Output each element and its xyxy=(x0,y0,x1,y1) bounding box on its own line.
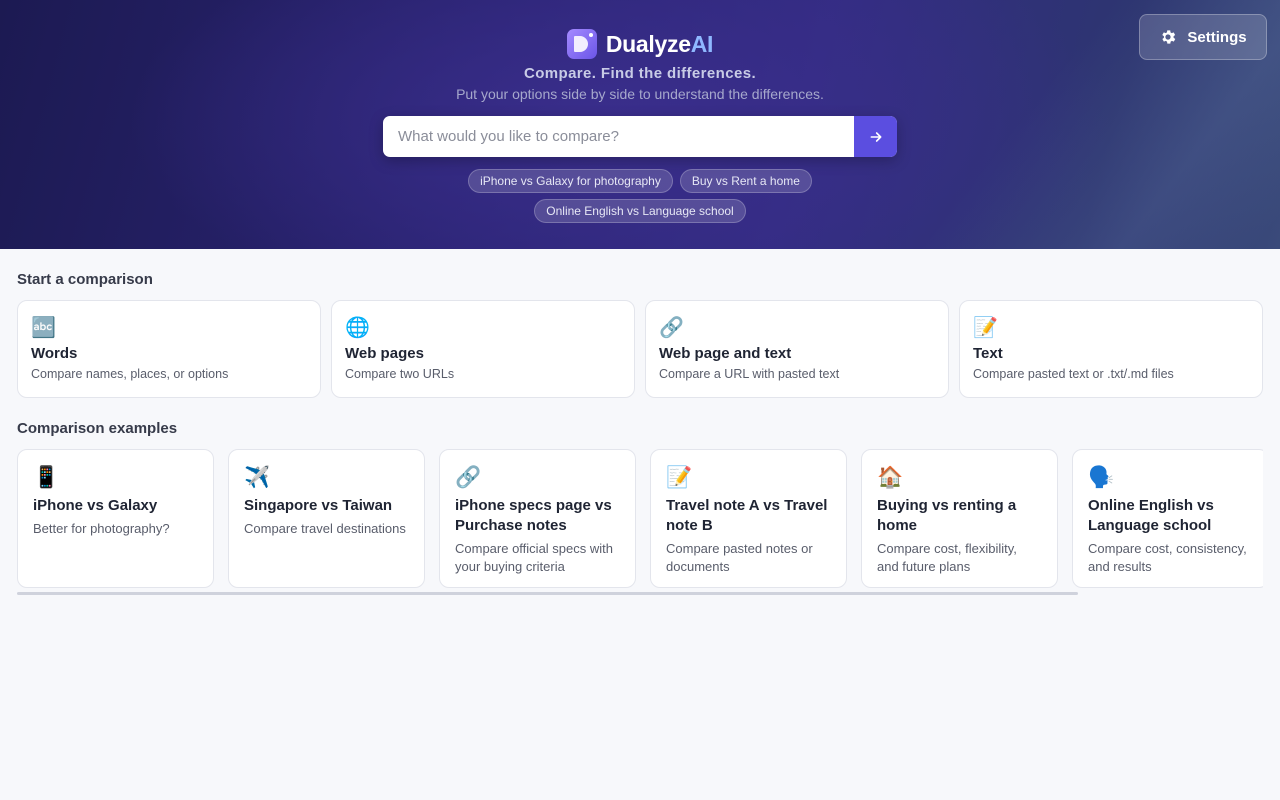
start-cards: 🔤 Words Compare names, places, or option… xyxy=(17,300,1263,398)
card-title: Buying vs renting a home xyxy=(877,497,1017,534)
card-title: Words xyxy=(31,345,78,362)
card-description: Compare pasted text or .txt/.md files xyxy=(973,367,1174,381)
start-card-web-pages[interactable]: 🌐 Web pages Compare two URLs xyxy=(331,300,635,398)
card-description: Compare names, places, or options xyxy=(31,367,229,381)
airplane-icon: ✈️ xyxy=(244,466,271,489)
example-card[interactable]: 📱 iPhone vs Galaxy Better for photograph… xyxy=(17,449,214,588)
example-card[interactable]: 🏠 Buying vs renting a home Compare cost,… xyxy=(861,449,1058,588)
card-title: Text xyxy=(973,345,1003,362)
card-title: Web page and text xyxy=(659,345,792,362)
search-submit-button[interactable] xyxy=(854,116,897,157)
brand: DualyzeAI xyxy=(0,29,1280,59)
card-description: Compare a URL with pasted text xyxy=(659,367,840,381)
card-description: Compare cost, consistency, and results xyxy=(1088,541,1247,574)
tagline: Compare. Find the differences. xyxy=(523,65,757,82)
example-card[interactable]: 🔗 iPhone specs page vs Purchase notes Co… xyxy=(439,449,636,588)
card-title: Travel note A vs Travel note B xyxy=(666,497,828,534)
card-description: Compare two URLs xyxy=(345,367,455,381)
card-title: iPhone vs Galaxy xyxy=(33,497,158,514)
mobile-phone-icon: 📱 xyxy=(33,466,60,489)
suggestion-chips: Online English vs Language school xyxy=(0,199,1280,223)
examples-carousel: 📱 iPhone vs Galaxy Better for photograph… xyxy=(17,449,1263,590)
hero-header: Settings DualyzeAI Compare. Find the dif… xyxy=(0,0,1280,249)
card-title: Online English vs Language school xyxy=(1088,497,1214,534)
example-card[interactable]: 📝 Travel note A vs Travel note B Compare… xyxy=(650,449,847,588)
card-description: Compare travel destinations xyxy=(244,521,406,536)
subtagline: Put your options side by side to underst… xyxy=(456,86,824,102)
memo-icon: 📝 xyxy=(666,466,693,489)
arrow-right-icon xyxy=(870,131,881,142)
suggestion-chip[interactable]: Buy vs Rent a home xyxy=(679,169,812,193)
card-description: Compare cost, flexibility, and future pl… xyxy=(877,541,1017,574)
card-description: Better for photography? xyxy=(33,521,170,536)
examples-track: 📱 iPhone vs Galaxy Better for photograph… xyxy=(17,449,1263,588)
examples-scrollbar[interactable] xyxy=(17,592,1078,595)
card-description: Compare pasted notes or documents xyxy=(666,541,813,574)
link-icon: 🔗 xyxy=(455,466,482,489)
logo-icon xyxy=(566,29,597,59)
card-description: Compare official specs with your buying … xyxy=(455,541,613,574)
card-title: Web pages xyxy=(345,345,424,362)
brand-name-accent: AI xyxy=(690,30,714,57)
link-icon: 🔗 xyxy=(659,317,684,339)
suggestion-chips: iPhone vs Galaxy for photography Buy vs … xyxy=(0,169,1280,193)
suggestion-chip[interactable]: Online English vs Language school xyxy=(534,199,746,223)
brand-name: DualyzeAI xyxy=(605,30,714,58)
card-title: Singapore vs Taiwan xyxy=(244,497,393,514)
house-icon: 🏠 xyxy=(877,466,904,489)
start-section-title: Start a comparison xyxy=(17,271,153,288)
example-card[interactable]: 🗣️ Online English vs Language school Com… xyxy=(1072,449,1263,588)
start-card-text[interactable]: 📝 Text Compare pasted text or .txt/.md f… xyxy=(959,300,1263,398)
start-card-words[interactable]: 🔤 Words Compare names, places, or option… xyxy=(17,300,321,398)
memo-icon: 📝 xyxy=(973,317,998,339)
suggestion-chip[interactable]: iPhone vs Galaxy for photography xyxy=(468,169,673,193)
card-title: iPhone specs page vs Purchase notes xyxy=(455,497,612,534)
start-card-web-page-and-text[interactable]: 🔗 Web page and text Compare a URL with p… xyxy=(645,300,949,398)
example-card[interactable]: ✈️ Singapore vs Taiwan Compare travel de… xyxy=(228,449,425,588)
search-bar xyxy=(383,116,897,157)
speaking-head-icon: 🗣️ xyxy=(1088,466,1115,489)
search-input[interactable] xyxy=(383,116,854,157)
examples-section-title: Comparison examples xyxy=(17,420,178,437)
brand-name-main: Dualyze xyxy=(605,30,691,57)
abc-icon: 🔤 xyxy=(31,317,56,339)
globe-icon: 🌐 xyxy=(345,317,370,339)
